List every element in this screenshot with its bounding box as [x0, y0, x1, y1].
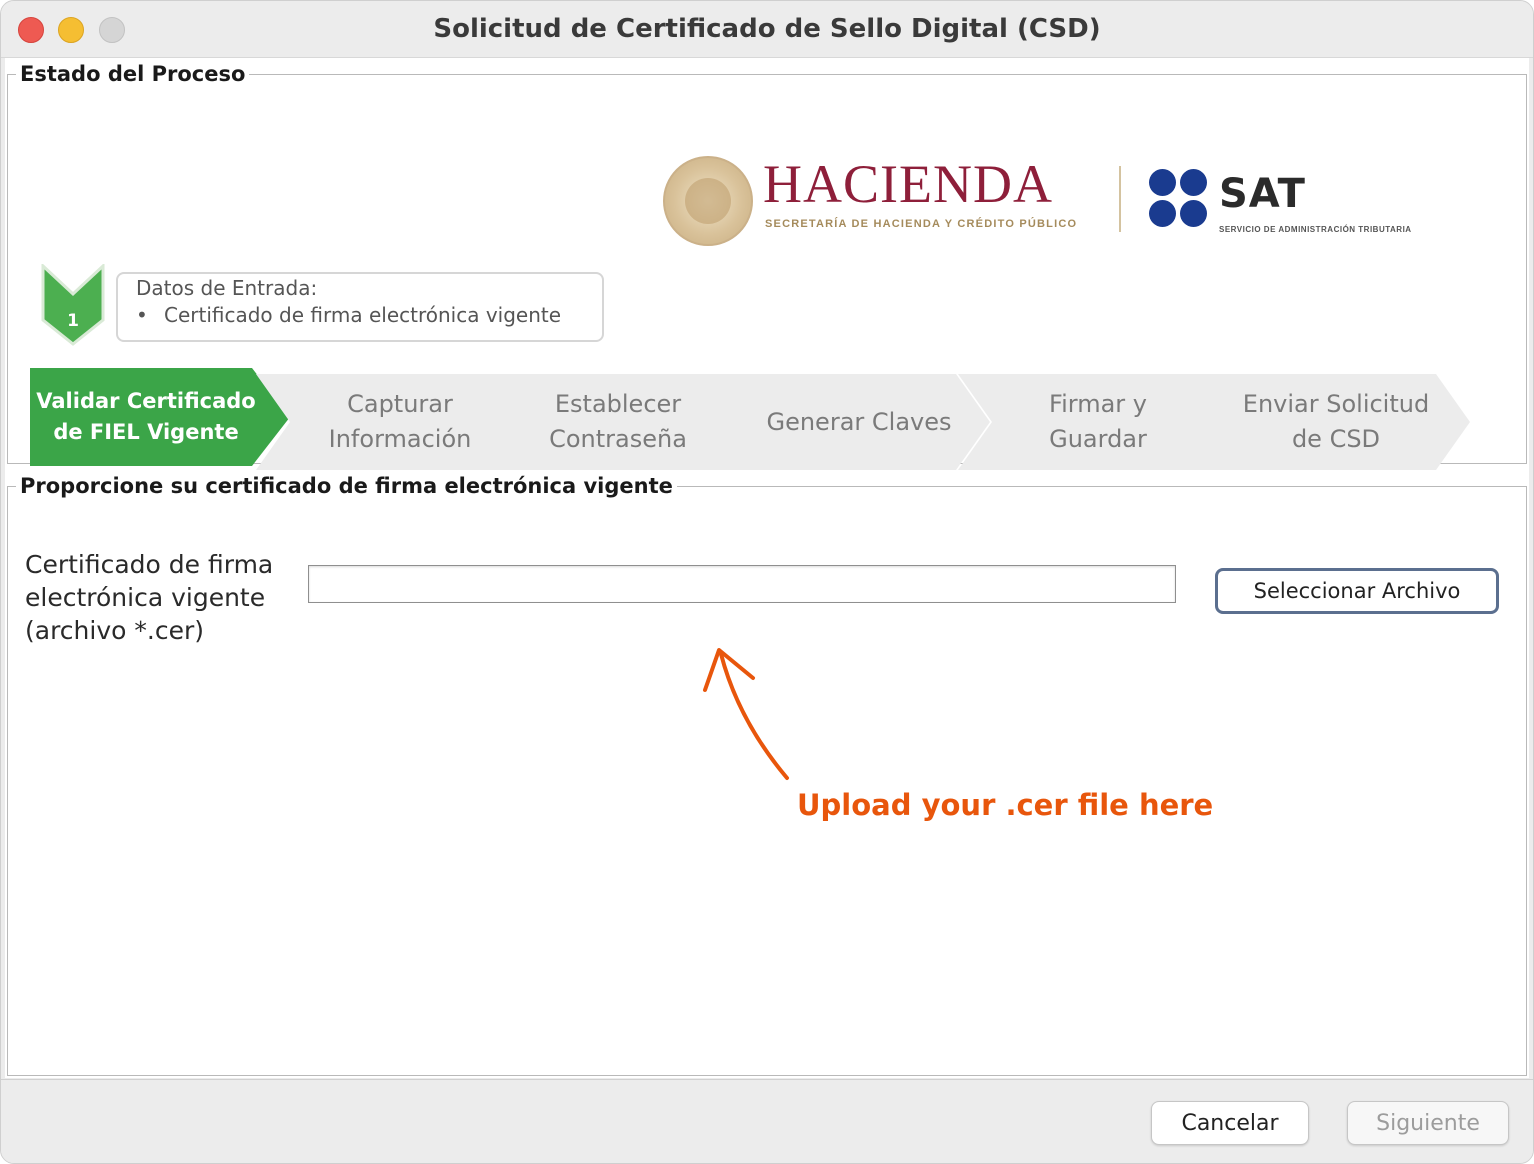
sat-logo-text: SAT — [1219, 171, 1306, 217]
step-enviar-solicitud: Enviar Solicitud de CSD — [1196, 374, 1470, 470]
process-steps: Validar Certificado de FIEL Vigente Capt… — [30, 364, 1480, 470]
step-label: Generar Claves — [766, 407, 952, 436]
step-generar-claves: Generar Claves — [722, 374, 990, 470]
certificate-field-label: Certificado de firma electrónica vigente… — [25, 550, 274, 645]
step-number-badge-icon: 1 — [41, 264, 105, 346]
input-data-label: Datos de Entrada: — [136, 276, 318, 300]
step-label: Establecer Contraseña — [549, 390, 687, 453]
bullet: • — [136, 303, 148, 327]
process-status-legend: Estado del Proceso — [20, 62, 246, 86]
step-label: Firmar y Guardar — [1049, 390, 1147, 453]
step-label: Enviar Solicitud de CSD — [1242, 390, 1430, 453]
process-status-group: Estado del Proceso HACIENDA SECRETARÍA D… — [7, 62, 1527, 464]
cancel-button[interactable]: Cancelar — [1151, 1101, 1309, 1145]
upload-annotation: Upload your .cer file here — [797, 788, 1214, 822]
footer-bar: Cancelar Siguiente — [1, 1079, 1533, 1163]
national-seal-icon — [663, 156, 753, 246]
window-title: Solicitud de Certificado de Sello Digita… — [433, 14, 1101, 44]
step-validar-certificado: Validar Certificado de FIEL Vigente — [30, 368, 290, 466]
next-button[interactable]: Siguiente — [1347, 1101, 1509, 1145]
certificate-file-input[interactable] — [308, 565, 1176, 603]
step-label: Validar Certificado de FIEL Vigente — [36, 389, 256, 444]
input-data-item-text: Certificado de firma electrónica vigente — [164, 303, 562, 327]
certificate-legend: Proporcione su certificado de firma elec… — [20, 474, 673, 498]
logo-divider — [1119, 166, 1121, 232]
main-content: Estado del Proceso HACIENDA SECRETARÍA D… — [5, 58, 1529, 1078]
step-firmar-guardar: Firmar y Guardar — [958, 374, 1232, 470]
sat-logo-subtitle: SERVICIO DE ADMINISTRACIÓN TRIBUTARIA — [1219, 225, 1412, 234]
step-badge-number: 1 — [67, 311, 79, 331]
input-data-box: Datos de Entrada: • Certificado de firma … — [116, 272, 604, 342]
select-file-button[interactable]: Seleccionar Archivo — [1215, 568, 1499, 614]
sat-logo-icon — [1149, 169, 1209, 229]
hacienda-logo-subtitle: SECRETARÍA DE HACIENDA Y CRÉDITO PÚBLICO — [765, 218, 1078, 230]
government-logos: HACIENDA SECRETARÍA DE HACIENDA Y CRÉDIT… — [653, 150, 1453, 250]
annotation-arrow-icon — [703, 648, 789, 780]
input-data-item: • Certificado de firma electrónica vigent… — [136, 303, 561, 327]
title-bar[interactable]: Solicitud de Certificado de Sello Digita… — [1, 1, 1533, 58]
step-establecer-contrasena: Establecer Contraseña — [472, 374, 758, 470]
app-window: Solicitud de Certificado de Sello Digita… — [0, 0, 1534, 1164]
hacienda-logo-text: HACIENDA — [763, 154, 1053, 214]
